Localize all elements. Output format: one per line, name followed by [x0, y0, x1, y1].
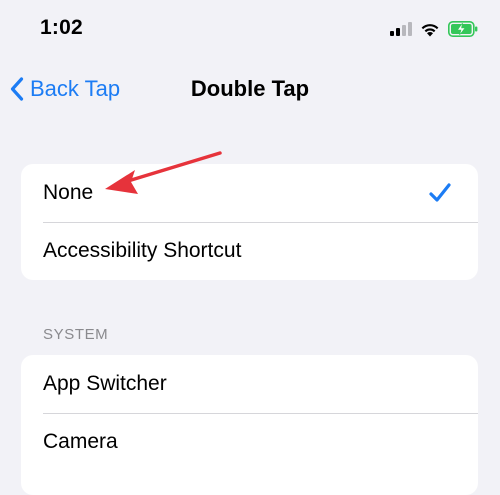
option-label: App Switcher	[43, 372, 167, 395]
option-label: Camera	[43, 430, 118, 453]
status-icons	[390, 18, 478, 40]
option-none[interactable]: None	[21, 164, 478, 222]
status-time: 1:02	[40, 16, 83, 39]
checkmark-icon	[429, 183, 451, 202]
status-bar: 1:02	[0, 0, 500, 60]
option-label: None	[43, 181, 94, 204]
double-tap-options: None Accessibility Shortcut	[21, 164, 478, 280]
navigation-bar: Back Tap Double Tap	[0, 64, 500, 114]
option-accessibility-shortcut[interactable]: Accessibility Shortcut	[21, 222, 478, 280]
page-title: Double Tap	[190, 76, 310, 101]
system-options: App Switcher Camera	[21, 355, 478, 495]
battery-charging-icon	[448, 21, 478, 37]
wifi-icon	[421, 23, 439, 36]
section-header-system: SYSTEM	[43, 326, 109, 343]
option-label: Accessibility Shortcut	[43, 239, 242, 262]
option-camera[interactable]: Camera	[21, 413, 478, 471]
option-app-switcher[interactable]: App Switcher	[21, 355, 478, 413]
cellular-signal-icon	[390, 22, 412, 36]
